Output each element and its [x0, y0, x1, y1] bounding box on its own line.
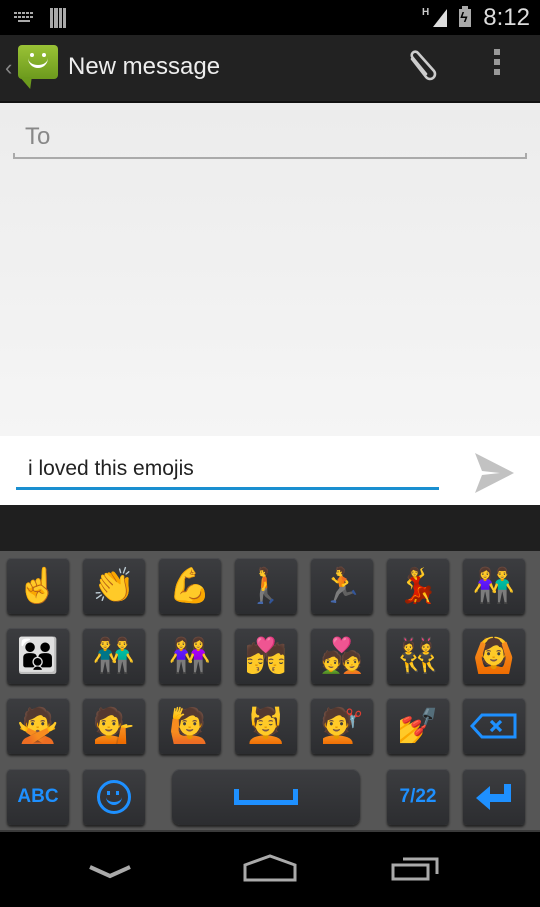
emoji-key[interactable]: 👏: [83, 558, 145, 614]
to-field[interactable]: [13, 117, 527, 159]
emoji-key[interactable]: ☝️: [7, 558, 69, 614]
emoji-key[interactable]: 💆: [235, 698, 297, 754]
emoji-key[interactable]: 🏃: [311, 558, 373, 614]
emoji-key[interactable]: 👯: [387, 628, 449, 684]
barcode-icon: [50, 8, 66, 28]
emoji-key[interactable]: 👪: [7, 628, 69, 684]
back-down-icon: [89, 865, 131, 879]
emoji-key[interactable]: 💅: [387, 698, 449, 754]
home-icon: [243, 854, 297, 882]
emoji-key[interactable]: 👭: [159, 628, 221, 684]
suggestion-bar: [0, 505, 540, 551]
up-navigation-icon[interactable]: ‹: [5, 55, 12, 81]
to-field-edge: [525, 153, 527, 159]
back-button[interactable]: [54, 832, 174, 902]
signal-icon: [433, 9, 448, 27]
message-input[interactable]: [16, 450, 439, 490]
emoji-key[interactable]: 👫: [463, 558, 525, 614]
emoji-key[interactable]: 🚶: [235, 558, 297, 614]
emoji-key[interactable]: 💃: [387, 558, 449, 614]
status-bar: H 8:12: [0, 0, 540, 35]
compose-area: [0, 103, 540, 436]
to-field-edge: [13, 153, 15, 159]
attach-icon[interactable]: [404, 49, 440, 85]
space-icon: [234, 789, 298, 805]
battery-charging-icon: [459, 6, 472, 27]
clock: 8:12: [483, 4, 530, 31]
send-icon[interactable]: [472, 453, 516, 493]
messaging-icon[interactable]: [18, 45, 58, 79]
action-bar: ‹ New message: [0, 35, 540, 103]
keyboard-icon: [14, 12, 36, 24]
smiley-icon: [97, 780, 131, 814]
recents-button[interactable]: [370, 832, 490, 902]
emoji-key[interactable]: 💁: [83, 698, 145, 754]
enter-icon: [476, 784, 511, 810]
emoji-key[interactable]: 💪: [159, 558, 221, 614]
home-button[interactable]: [210, 832, 330, 902]
emoji-key[interactable]: 💇: [311, 698, 373, 754]
emoji-key[interactable]: 👬: [83, 628, 145, 684]
backspace-icon: [470, 713, 517, 739]
emoji-key[interactable]: 🙅: [7, 698, 69, 754]
page-indicator-key[interactable]: 7/22: [387, 769, 449, 825]
overflow-menu-icon[interactable]: [494, 49, 504, 79]
recents-icon: [391, 857, 439, 881]
emoji-keyboard: ☝️ 👏 💪 🚶 🏃 💃 👫 👪 👬 👭 💏 💑 👯 🙆 🙅 💁 🙋 💆 💇 💅…: [0, 551, 540, 830]
emoji-key[interactable]: 💑: [311, 628, 373, 684]
backspace-key[interactable]: [463, 698, 525, 754]
page-title: New message: [68, 53, 221, 80]
emoji-switch-key[interactable]: [83, 769, 145, 825]
space-key[interactable]: [172, 769, 360, 825]
emoji-key[interactable]: 🙋: [159, 698, 221, 754]
message-bar: [0, 436, 540, 505]
enter-key[interactable]: [463, 769, 525, 825]
network-type: H: [422, 6, 430, 18]
navigation-bar: [0, 830, 540, 900]
emoji-key[interactable]: 💏: [235, 628, 297, 684]
abc-key[interactable]: ABC: [7, 769, 69, 825]
emoji-key[interactable]: 🙆: [463, 628, 525, 684]
